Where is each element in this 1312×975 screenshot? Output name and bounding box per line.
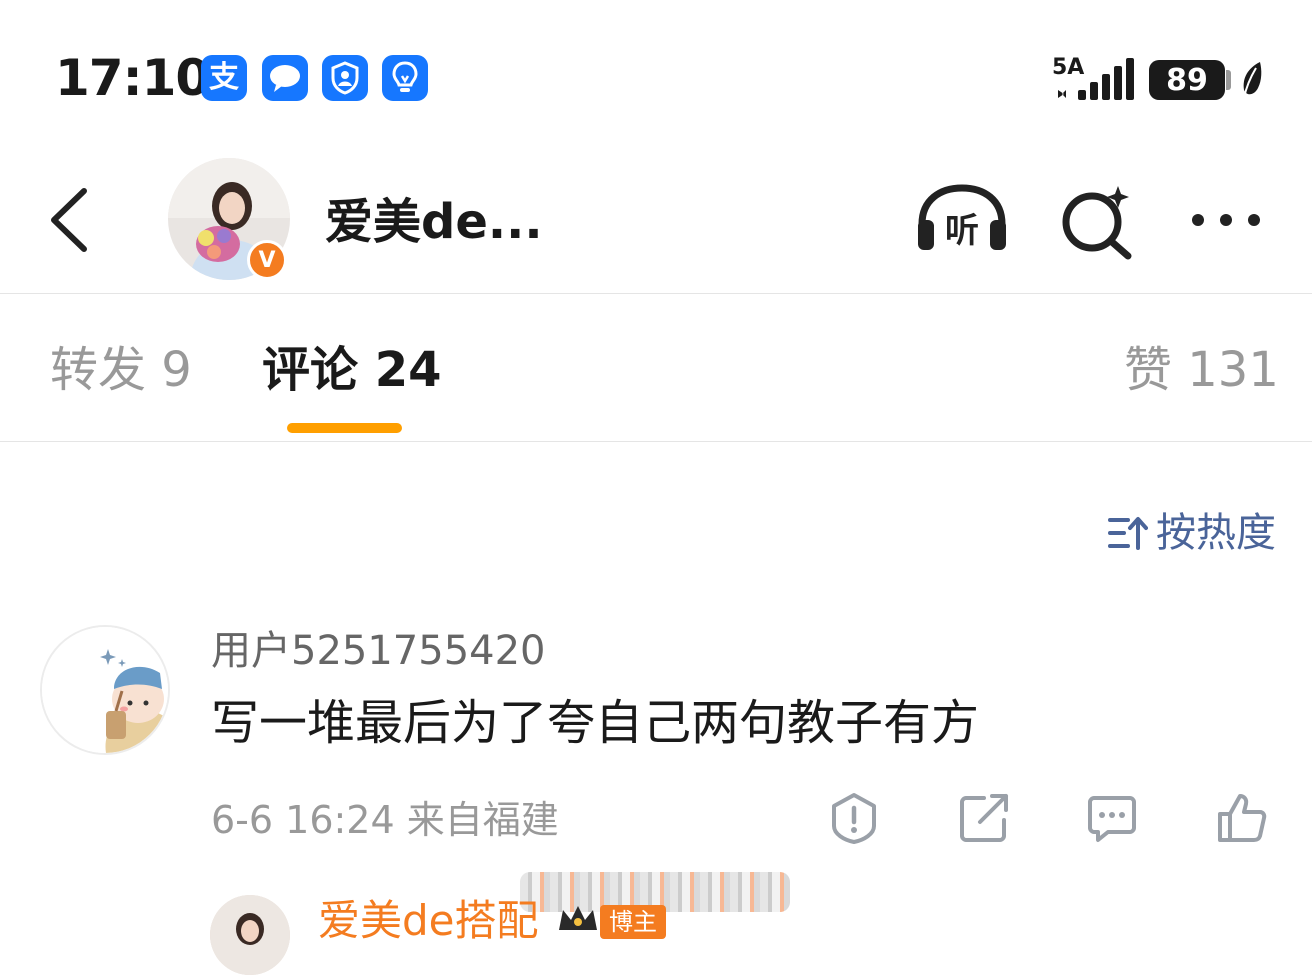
sort-icon	[1108, 517, 1148, 550]
comment-username[interactable]: 用户5251755420	[211, 625, 546, 677]
reply-username[interactable]: 爱美de搭配	[318, 893, 539, 949]
status-time: 17:10	[55, 49, 210, 107]
leaf-icon	[1243, 62, 1262, 99]
listen-headphone-icon[interactable]: 听	[912, 180, 1012, 260]
crown-icon	[559, 906, 597, 930]
commenter-avatar[interactable]	[40, 625, 170, 755]
comment-meta: 6-6 16:24 来自福建	[211, 798, 559, 842]
tab-comment[interactable]: 评论 24	[262, 340, 442, 400]
verified-badge: V	[247, 240, 287, 280]
battery-tip	[1226, 70, 1231, 90]
tab-like[interactable]: 赞 131	[1124, 340, 1279, 400]
reply-avatar[interactable]	[210, 895, 290, 975]
signal-icon	[1058, 58, 1134, 100]
tab-repost[interactable]: 转发 9	[50, 340, 192, 400]
alipay-glyph: 支	[209, 60, 239, 95]
header-divider	[0, 293, 1312, 294]
sort-label: 按热度	[1156, 510, 1276, 556]
more-icon[interactable]	[1186, 205, 1266, 235]
active-tab-indicator	[287, 423, 402, 433]
search-icon[interactable]	[1058, 182, 1138, 262]
like-thumb-icon[interactable]	[1216, 792, 1268, 844]
battery-level: 89	[1149, 60, 1225, 100]
author-tag: 博主	[600, 905, 666, 939]
alipay-icon: 支	[201, 55, 247, 101]
reply-comment-icon[interactable]	[1086, 792, 1138, 844]
sort-button[interactable]: 按热度	[1108, 505, 1276, 561]
page-title[interactable]: 爱美de...	[325, 192, 543, 252]
svg-text:听: 听	[945, 211, 979, 251]
shield-icon	[322, 55, 368, 101]
report-icon[interactable]	[828, 792, 880, 844]
back-button[interactable]	[40, 185, 100, 255]
tabs-divider	[0, 441, 1312, 442]
share-icon[interactable]	[958, 792, 1010, 844]
message-icon	[262, 55, 308, 101]
comment-text: 写一堆最后为了夸自己两句教子有方	[211, 695, 980, 751]
bulb-icon	[382, 55, 428, 101]
